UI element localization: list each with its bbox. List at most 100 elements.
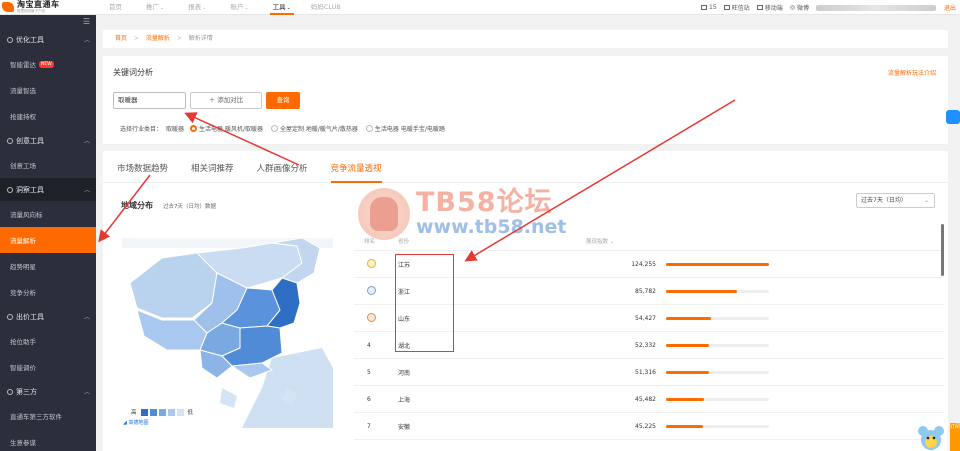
index-value-cell: 45,225 <box>635 422 656 430</box>
nav-tools[interactable]: 工具⌄ <box>269 0 294 15</box>
sidebar-item-creative-workshop[interactable]: 创意工场 <box>0 152 96 178</box>
sidebar-item-traffic-vane[interactable]: 流量风向标 <box>0 201 96 227</box>
breadcrumb-separator: > <box>176 35 182 42</box>
sidebar-item-rank-helper[interactable]: 抢位助手 <box>0 328 96 354</box>
chevron-down-icon: ⌄ <box>286 4 291 11</box>
province-cell: 安徽 <box>398 423 411 431</box>
brand-subtitle: 阿里妈妈旗下产品 <box>17 8 45 13</box>
tab-market-trend[interactable]: 市场数据趋势 <box>117 151 168 183</box>
sidebar-item-trend-star[interactable]: 趋势明星 <box>0 253 96 279</box>
rank-cell <box>354 285 394 297</box>
query-button[interactable]: 查询 <box>266 92 300 109</box>
province-cell: 河南 <box>398 369 411 377</box>
category-radio-3[interactable]: 生活电器 电暖手宝/电暖踏 <box>365 124 445 133</box>
index-bar-fill <box>666 397 704 401</box>
index-bar-fill <box>666 370 709 374</box>
tab-competition-traffic[interactable]: 竞争流量透视 <box>330 151 382 183</box>
rank-cell: 7 <box>367 422 371 430</box>
sidebar-item-smart-radar[interactable]: 智能雷达 NEW <box>0 51 96 77</box>
sidebar-collapse-icon[interactable]: ☰ <box>0 15 96 28</box>
category-radio-1[interactable]: 生活电器 暖风机/取暖器 <box>190 124 263 133</box>
legend-high-label: 高 <box>131 410 137 416</box>
nav-account[interactable]: 账户⌄ <box>227 0 251 15</box>
message-button[interactable]: 15 <box>701 4 717 11</box>
sidebar-group-third-party[interactable]: 第三方 ︿ <box>0 380 96 403</box>
table-row[interactable]: 6 上海 45,482 <box>354 386 944 413</box>
region-subtitle: 过去7天（日均）数据 <box>163 204 216 210</box>
sidebar-group-creative[interactable]: 创意工具 ︿ <box>0 129 96 152</box>
account-name-redacted <box>815 4 936 11</box>
map-legend: 高 低 <box>131 408 193 416</box>
table-row[interactable]: 7 安徽 45,225 <box>354 413 944 440</box>
sidebar-group-bidding[interactable]: 出价工具 ︿ <box>0 305 96 328</box>
nav-promotion[interactable]: 推广⌄ <box>143 0 167 15</box>
silver-medal-icon <box>367 285 376 295</box>
time-range-select[interactable]: 过去7天（日均） ⌄ <box>856 193 935 208</box>
rank-cell: 6 <box>367 395 371 403</box>
share-widget-icon[interactable] <box>946 110 960 124</box>
category-radio-2[interactable]: 全屋定制 地暖/暖气片/散热器 <box>270 124 358 133</box>
rank-cell: 4 <box>367 341 371 349</box>
sidebar-item-smart-bid[interactable]: 智能调价 <box>0 354 96 380</box>
chat-icon <box>723 5 730 10</box>
index-value-cell: 45,482 <box>635 395 656 403</box>
sidebar-group-insight[interactable]: 洞察工具 ︿ <box>0 178 96 201</box>
breadcrumb-parent[interactable]: 流量解析 <box>146 35 170 42</box>
watermark-url: www.tb58.net <box>416 216 567 239</box>
tab-audience[interactable]: 人群画像分析 <box>257 151 308 183</box>
logout-link[interactable]: 退出 <box>944 3 956 12</box>
weibo-button[interactable]: ◎ 微博 <box>790 3 809 12</box>
bidding-icon <box>7 313 13 320</box>
region-title: 地域分布 <box>121 201 153 210</box>
intro-link[interactable]: 流量解析玩法介绍 <box>888 68 936 77</box>
chevron-up-icon: ︿ <box>83 37 90 44</box>
index-value-cell: 51,316 <box>635 368 656 376</box>
chevron-up-icon: ︿ <box>83 389 90 396</box>
china-map[interactable] <box>122 238 333 428</box>
table-scrollbar[interactable] <box>941 224 944 276</box>
sort-icon: ⌄ <box>609 238 615 245</box>
panel-title: 关键词分析 <box>113 68 153 77</box>
mascot-icon[interactable] <box>916 424 946 451</box>
index-bar <box>666 343 769 347</box>
breadcrumb-home[interactable]: 首页 <box>115 35 127 42</box>
sidebar-item-competition[interactable]: 竞争分析 <box>0 279 96 305</box>
legend-swatch <box>140 408 148 416</box>
sidebar-item-third-party-software[interactable]: 直通车第三方软件 <box>0 403 96 429</box>
radio-icon <box>365 125 373 132</box>
sidebar-item-traffic-select[interactable]: 流量智选 <box>0 77 96 103</box>
index-bar-fill <box>666 316 712 320</box>
top-nav: 首页 推广⌄ 报表⌄ 账户⌄ 工具⌄ 妈妈CLUB <box>106 0 344 15</box>
breadcrumb: 首页 > 流量解析 > 解析详情 <box>103 30 948 48</box>
tab-related-words[interactable]: 相关词推荐 <box>191 151 234 183</box>
category-selector: 选择行业类目： 取暖器 生活电器 暖风机/取暖器 全屋定制 地暖/暖气片/散热器… <box>120 124 453 133</box>
legend-swatch <box>149 408 157 416</box>
index-bar <box>666 370 769 374</box>
optimize-icon <box>7 36 13 43</box>
mobile-button[interactable]: 移动端 <box>756 3 783 12</box>
sidebar-item-business-advisor[interactable]: 生意参谋 <box>0 429 96 451</box>
creative-icon <box>7 137 13 144</box>
brand-logo[interactable]: 淘宝直通车 阿里妈妈旗下产品 <box>0 0 96 15</box>
nav-reports[interactable]: 报表⌄ <box>185 0 209 15</box>
wangxin-button[interactable]: 旺信站 <box>723 3 750 12</box>
chevron-down-icon: ⌄ <box>160 4 165 11</box>
index-bar <box>666 316 769 320</box>
rank-cell <box>354 312 394 324</box>
header-right: 15 旺信站 移动端 ◎ 微博 退出 <box>701 0 960 15</box>
watermark-title: TB58论坛 <box>416 187 553 219</box>
keyword-input[interactable]: 取暖器 <box>113 92 186 109</box>
table-row[interactable]: 5 河南 51,316 <box>354 359 944 386</box>
sidebar-item-rights[interactable]: 抢建持权 <box>0 103 96 129</box>
insight-icon <box>7 186 13 193</box>
annotation-highlight-box <box>395 254 454 352</box>
add-compare-button[interactable]: ＋ 添加对比 <box>190 92 262 109</box>
top-bar: 淘宝直通车 阿里妈妈旗下产品 首页 推广⌄ 报表⌄ 账户⌄ 工具⌄ 妈妈CLUB… <box>0 0 960 15</box>
subscribe-float-tab[interactable]: 订阅 <box>950 423 960 451</box>
sidebar-item-traffic-analysis[interactable]: 流量解析 <box>0 227 96 253</box>
analysis-tabs: 市场数据趋势 相关词推荐 人群画像分析 竞争流量透视 <box>103 151 948 183</box>
sidebar-group-optimize[interactable]: 优化工具 ︿ <box>0 28 96 51</box>
legend-swatch <box>167 408 175 416</box>
nav-mama-club[interactable]: 妈妈CLUB <box>308 0 344 15</box>
nav-home[interactable]: 首页 <box>106 0 125 15</box>
